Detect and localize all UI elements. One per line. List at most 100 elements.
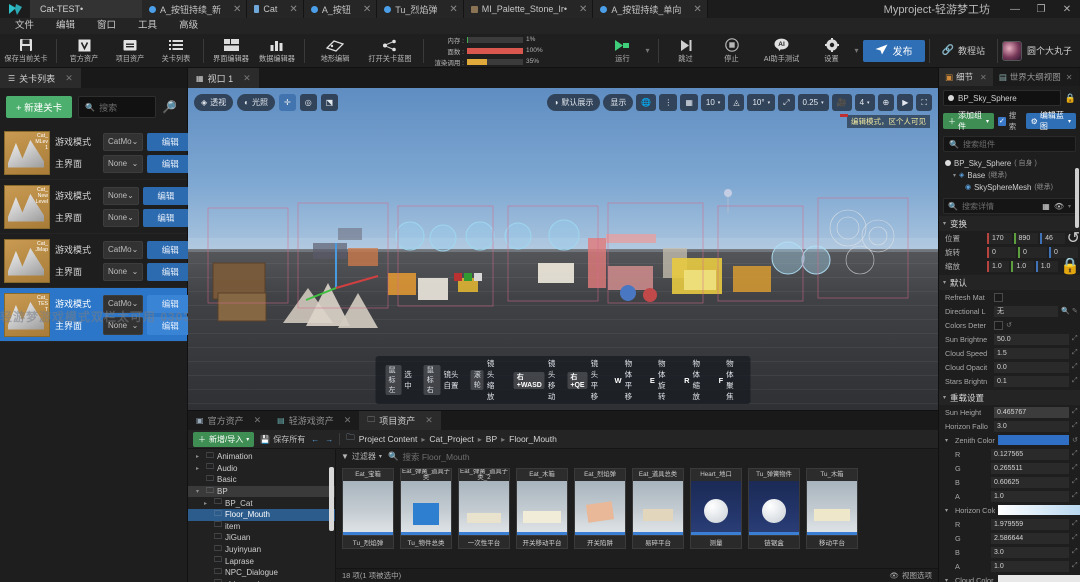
- location-z[interactable]: 46: [1040, 232, 1065, 244]
- expand-icon[interactable]: ⤢: [1072, 335, 1080, 343]
- tree-node-laprase[interactable]: 🗀 Laprase: [188, 555, 335, 567]
- perspective-button[interactable]: ◈ 透视: [194, 94, 234, 111]
- close-icon[interactable]: ✕: [693, 4, 701, 15]
- add-import-button[interactable]: ＋ 新增/导入 ▾: [193, 431, 255, 447]
- horizon-b-field[interactable]: 3.0: [991, 546, 1069, 558]
- horizon-falloff-field[interactable]: 3.0: [994, 420, 1069, 432]
- mainui-select[interactable]: None ⌄: [103, 316, 144, 335]
- display-button[interactable]: 显示: [603, 94, 634, 111]
- publish-button[interactable]: 发布: [862, 39, 925, 62]
- editor-tab-3[interactable]: Tu_烈焰弹 ✕: [377, 0, 464, 18]
- mainui-select[interactable]: None ⌄: [103, 154, 144, 173]
- horizon-g-field[interactable]: 2.586644: [991, 532, 1069, 544]
- stars-brightness-field[interactable]: 0.1: [994, 375, 1069, 387]
- edit-gamemode-button[interactable]: 编辑: [147, 132, 194, 151]
- zenith-g-field[interactable]: 0.265511: [991, 462, 1069, 474]
- asset-item-3[interactable]: Eat_木箱 开关移动平台: [516, 468, 568, 549]
- tab-level-list[interactable]: ☰ 关卡列表 ✕: [0, 68, 81, 88]
- breadcrumb-1[interactable]: Cat_Project: [429, 434, 473, 444]
- asset-item-0[interactable]: Eat_宝箱 Tu_烈焰弹: [342, 468, 394, 549]
- expand-icon[interactable]: ⤢: [1072, 464, 1080, 472]
- edit-gamemode-button[interactable]: 编辑: [142, 186, 189, 205]
- close-icon[interactable]: ✕: [579, 4, 587, 15]
- filter-button[interactable]: ▼ 过滤器 ▾: [341, 451, 382, 462]
- close-icon[interactable]: ✕: [449, 4, 457, 15]
- expand-icon[interactable]: ⤢: [1072, 349, 1080, 357]
- gamemode-select[interactable]: CatMo ⌄: [103, 294, 144, 313]
- ui-editor-button[interactable]: 界面编辑器: [208, 34, 254, 68]
- zenith-color-swatch[interactable]: [998, 435, 1069, 445]
- maximize-viewport-button[interactable]: ⛶: [916, 94, 932, 111]
- move-gizmo-button[interactable]: ✛: [279, 94, 296, 111]
- rotation-x[interactable]: 0: [987, 246, 1016, 258]
- tree-node-bp-cat[interactable]: ▸ 🗀 BP_Cat: [188, 497, 335, 509]
- horizon-color-swatch[interactable]: [998, 505, 1080, 515]
- menu-window[interactable]: 窗口: [86, 18, 127, 34]
- data-editor-button[interactable]: 数据编辑器: [254, 34, 300, 68]
- scale-x[interactable]: 1.0: [987, 260, 1010, 272]
- expand-icon[interactable]: ⤢: [1072, 492, 1080, 500]
- rotation-y[interactable]: 0: [1018, 246, 1047, 258]
- new-level-button[interactable]: + 新建关卡: [6, 96, 73, 118]
- zenith-r-field[interactable]: 0.127565: [991, 448, 1069, 460]
- reset-icon[interactable]: ↺: [1067, 228, 1080, 248]
- level-card-1[interactable]: Cat_NewLevel 游戏模式 None ⌄ 编辑 主界面 None ⌄ 编辑: [0, 180, 189, 234]
- scale-z[interactable]: 1.0: [1035, 260, 1059, 272]
- close-window-icon[interactable]: ✕: [1054, 0, 1080, 18]
- expand-icon[interactable]: ⤢: [1072, 377, 1080, 385]
- scale-snap-button[interactable]: ⤢: [778, 94, 795, 111]
- cloud-speed-field[interactable]: 1.5: [994, 347, 1069, 359]
- mainui-select[interactable]: None ⌄: [103, 208, 139, 227]
- grid-snap-value[interactable]: 10 ▾: [700, 94, 726, 111]
- camera-speed-button[interactable]: 🎥: [831, 94, 852, 111]
- search-advanced-icon[interactable]: 🔎: [162, 100, 181, 114]
- asset-item-1[interactable]: Eat_弹簧_道具子类 Tu_物件总类: [400, 468, 452, 549]
- object-name-field[interactable]: BP_Sky_Sphere: [943, 90, 1061, 106]
- gamemode-select[interactable]: CatMo ⌄: [103, 240, 144, 259]
- expand-icon[interactable]: ⤢: [1072, 520, 1080, 528]
- component-row-base[interactable]: ▾ ◈ Base (继承): [939, 169, 1080, 181]
- editor-tab-4[interactable]: MI_Palette_Stone_Ir• ✕: [463, 0, 594, 18]
- reset-icon[interactable]: ↺: [1072, 436, 1080, 444]
- close-icon[interactable]: ✕: [980, 73, 987, 82]
- component-row-root[interactable]: BP_Sky_Sphere ( 自身 ): [939, 157, 1080, 169]
- view-options-button[interactable]: 👁 视图选项: [889, 570, 932, 581]
- grid-view-icon[interactable]: ▦: [1042, 202, 1050, 211]
- edit-mainui-button[interactable]: 编辑: [147, 262, 194, 281]
- expand-icon[interactable]: ⤢: [1072, 562, 1080, 570]
- rotate-gizmo-button[interactable]: ◎: [299, 94, 317, 111]
- user-account[interactable]: 圆个大丸子: [1001, 40, 1080, 61]
- minimize-icon[interactable]: —: [1002, 0, 1028, 18]
- show-default-button[interactable]: ◑ 默认展示: [546, 94, 601, 111]
- close-icon[interactable]: ✕: [233, 4, 241, 15]
- sun-brightness-field[interactable]: 50.0: [994, 333, 1069, 345]
- mainui-select[interactable]: None ⌄: [103, 262, 144, 281]
- add-component-button[interactable]: ＋ 添加组件 ▾: [943, 111, 995, 131]
- component-search-input[interactable]: 🔍 搜索组件: [943, 136, 1076, 152]
- search-checkbox[interactable]: ✓ 搜索: [998, 110, 1022, 132]
- terrain-edit-button[interactable]: 地形编辑: [309, 34, 361, 68]
- gamemode-select[interactable]: None ⌄: [103, 186, 139, 205]
- official-assets-button[interactable]: 官方资产: [61, 34, 107, 68]
- close-icon[interactable]: ✕: [425, 415, 433, 426]
- ai-assistant-button[interactable]: AI AI助手测试: [755, 34, 809, 68]
- level-list-button[interactable]: 关卡列表: [153, 34, 199, 68]
- asset-item-8[interactable]: Tu_木箱 移动平台: [806, 468, 858, 549]
- tree-node-floor-mouth[interactable]: 🗀 Floor_Mouth: [188, 509, 335, 521]
- zenith-a-field[interactable]: 1.0: [991, 490, 1069, 502]
- edit-gamemode-button[interactable]: 编辑: [147, 294, 194, 313]
- level-search-input[interactable]: 🔍 搜索: [78, 96, 157, 118]
- edit-mainui-button[interactable]: 编辑: [142, 208, 189, 227]
- play-button[interactable]: 运行: [599, 34, 645, 68]
- scale-gizmo-button[interactable]: ⬔: [320, 94, 339, 111]
- location-y[interactable]: 890: [1013, 232, 1039, 244]
- chevron-down-icon[interactable]: ▾: [945, 437, 952, 444]
- asset-item-6[interactable]: Heart_地口 测量: [690, 468, 742, 549]
- edit-mainui-button[interactable]: 编辑: [147, 154, 194, 173]
- edit-gamemode-button[interactable]: 编辑: [147, 240, 194, 259]
- edit-blueprint-button[interactable]: ⚙ 编辑蓝图 ▾: [1025, 111, 1076, 131]
- gamemode-select[interactable]: CatMo ⌄: [103, 132, 144, 151]
- rotation-z[interactable]: 0: [1049, 246, 1078, 258]
- colors-determined-checkbox[interactable]: [994, 320, 1003, 330]
- expand-icon[interactable]: ⤢: [1072, 408, 1080, 416]
